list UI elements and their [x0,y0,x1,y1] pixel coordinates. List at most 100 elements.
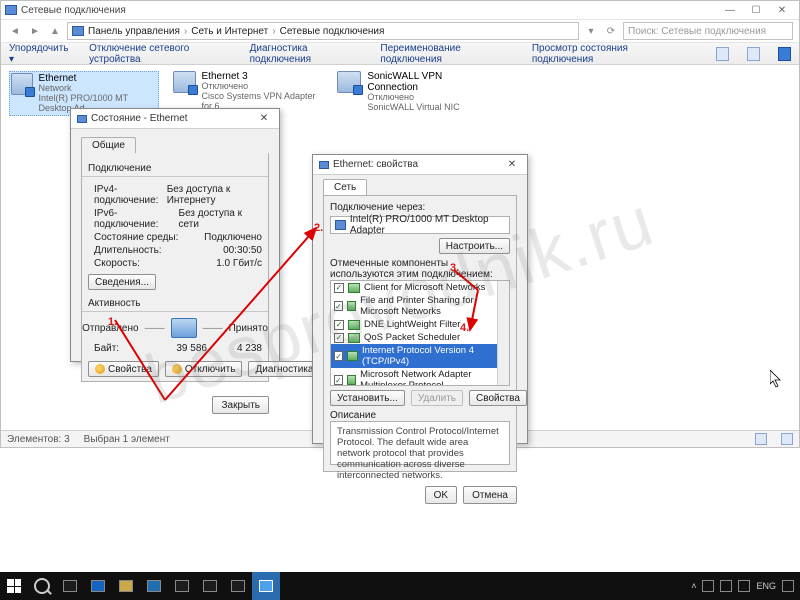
connection-sonicwall[interactable]: SonicWALL VPN Connection Отключено Sonic… [337,71,487,116]
remove-button: Удалить [411,390,463,406]
taskbar-app-edge[interactable] [84,572,112,600]
details-button[interactable]: Сведения... [88,274,156,290]
close-icon[interactable]: ✕ [255,111,273,127]
organize-menu[interactable]: Упорядочить ▾ [9,43,71,65]
breadcrumb-0[interactable]: Панель управления [88,26,180,37]
close-button[interactable]: Закрыть [212,396,269,414]
list-item-label: File and Printer Sharing for Microsoft N… [360,295,506,317]
taskbar-app-active[interactable] [252,572,280,600]
shield-icon [172,364,182,374]
disable-device-cmd[interactable]: Отключение сетевого устройства [89,43,232,65]
nic-icon [173,71,196,93]
nic-small-icon [77,115,87,123]
start-button[interactable] [0,572,28,600]
diagnostics-button[interactable]: Диагностика [248,361,320,377]
checkbox-icon[interactable]: ✓ [334,375,343,385]
checkbox-icon[interactable]: ✓ [334,320,344,330]
status-dialog: Состояние - Ethernet ✕ Общие Подключение… [70,108,280,362]
system-tray: ˄ ENG [685,580,800,592]
checkbox-icon[interactable]: ✓ [334,351,343,361]
taskbar-app-explorer[interactable] [112,572,140,600]
connect-using-label: Подключение через: [330,202,510,213]
view-details-icon[interactable] [755,433,767,445]
group-activity: Активность [82,298,268,309]
monitor-icon [171,318,197,338]
diagnose-cmd[interactable]: Диагностика подключения [250,43,363,65]
recv-label: Принято [229,323,268,334]
nic-small-icon [319,161,329,169]
list-item[interactable]: ✓ Client for Microsoft Networks [331,281,509,294]
protocol-icon [347,301,356,311]
minimize-button[interactable]: — [717,1,743,19]
status-count: Элементов: 3 [7,434,70,445]
properties-dialog-titlebar[interactable]: Ethernet: свойства ✕ [313,155,527,175]
nic-small-icon [335,220,346,230]
taskbar-app-4[interactable] [168,572,196,600]
tray-network-icon[interactable] [720,580,732,592]
close-icon[interactable]: ✕ [503,157,521,173]
search-placeholder: Поиск: Сетевые подключения [628,26,766,37]
protocol-icon [348,320,360,330]
annotation-3: 3. [450,262,459,274]
rename-cmd[interactable]: Переименование подключения [380,43,513,65]
explorer-title: Сетевые подключения [21,5,126,16]
forward-button[interactable]: ► [27,23,43,39]
list-item[interactable]: ✓Microsoft Network Adapter Multiplexor P… [331,368,509,386]
description-label: Описание [330,410,510,421]
taskbar-app-6[interactable] [224,572,252,600]
shield-icon [95,364,105,374]
status-selected: Выбран 1 элемент [84,434,170,445]
protocol-icon [348,333,360,343]
status-properties-button[interactable]: Свойства [88,361,159,377]
checkbox-icon[interactable]: ✓ [334,283,344,293]
view-large-icon[interactable] [781,433,793,445]
refresh-button[interactable]: ⟳ [603,23,619,39]
checkbox-icon[interactable]: ✓ [334,301,343,311]
search-icon[interactable] [28,572,56,600]
view-status-cmd[interactable]: Просмотр состояния подключения [532,43,680,65]
list-item-label: Client for Microsoft Networks [364,282,485,293]
bytes-label: Байт: [82,343,119,354]
list-item-label: DNE LightWeight Filter [364,319,460,330]
list-item[interactable]: ✓QoS Packet Scheduler [331,331,509,344]
breadcrumb-2[interactable]: Сетевые подключения [280,26,385,37]
help-icon[interactable] [778,47,791,61]
view-icon[interactable] [716,47,729,61]
tray-language[interactable]: ENG [756,581,776,591]
taskbar-app-store[interactable] [140,572,168,600]
breadcrumb-1[interactable]: Сеть и Интернет [191,26,268,37]
checkbox-icon[interactable]: ✓ [334,333,344,343]
item-properties-button[interactable]: Свойства [469,390,527,406]
install-button[interactable]: Установить... [330,390,405,406]
preview-pane-icon[interactable] [747,47,760,61]
configure-button[interactable]: Настроить... [439,238,510,254]
back-button[interactable]: ◄ [7,23,23,39]
maximize-button[interactable]: ☐ [743,1,769,19]
taskbar-app-5[interactable] [196,572,224,600]
breadcrumb[interactable]: Панель управления› Сеть и Интернет› Сете… [67,22,579,40]
list-item[interactable]: ✓ DNE LightWeight Filter [331,318,509,331]
taskview-icon[interactable] [56,572,84,600]
cancel-button[interactable]: Отмена [463,486,517,504]
list-item[interactable]: ✓ File and Printer Sharing for Microsoft … [331,294,509,318]
history-dropdown[interactable]: ▾ [583,23,599,39]
tab-network[interactable]: Сеть [323,179,367,195]
up-button[interactable]: ▲ [47,23,63,39]
disable-button[interactable]: Отключить [165,361,243,377]
search-input[interactable]: Поиск: Сетевые подключения [623,22,793,40]
tray-notifications-icon[interactable] [782,580,794,592]
ok-button[interactable]: OK [425,486,457,504]
tray-volume-icon[interactable] [738,580,750,592]
group-connection: Подключение [82,163,268,174]
tray-up-icon[interactable]: ˄ [691,581,696,591]
taskbar: ˄ ENG [0,572,800,600]
status-dialog-titlebar[interactable]: Состояние - Ethernet ✕ [71,109,279,129]
conn-name: SonicWALL VPN Connection [367,71,487,93]
scrollbar[interactable] [497,281,509,385]
components-list[interactable]: ✓ Client for Microsoft Networks ✓ File and … [330,280,510,386]
list-item[interactable]: ✓ Internet Protocol Version 4 (TCP/IPv4) [331,344,509,368]
list-item-label: Internet Protocol Version 4 (TCP/IPv4) [362,345,506,367]
close-button[interactable]: ✕ [769,1,795,19]
tab-general[interactable]: Общие [81,137,136,153]
tray-icon[interactable] [702,580,714,592]
